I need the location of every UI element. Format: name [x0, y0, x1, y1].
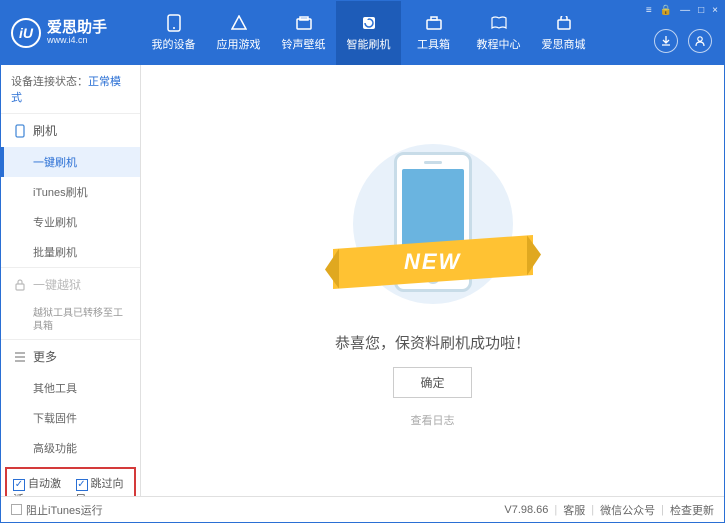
- block-itunes-label: 阻止iTunes运行: [26, 502, 103, 518]
- wechat-link[interactable]: 微信公众号: [600, 502, 655, 518]
- lock-icon[interactable]: 🔒: [660, 5, 672, 16]
- lock-icon: [13, 278, 27, 292]
- version-label: V7.98.66: [504, 504, 548, 516]
- minimize-button[interactable]: —: [680, 5, 690, 16]
- flash-icon: [360, 14, 378, 32]
- shop-icon: [555, 14, 573, 32]
- sidebar-section-jailbreak: 一键越狱: [1, 268, 140, 301]
- user-button[interactable]: [688, 29, 712, 53]
- sidebar-section-more[interactable]: 更多: [1, 340, 140, 373]
- media-icon: [295, 14, 313, 32]
- brand-logo-icon: iU: [11, 18, 41, 48]
- close-button[interactable]: ×: [712, 5, 718, 16]
- nav-label: 我的设备: [152, 36, 196, 52]
- app-icon: [230, 14, 248, 32]
- connection-status: 设备连接状态：正常模式: [1, 65, 140, 114]
- ok-button[interactable]: 确定: [393, 367, 471, 398]
- nav-shop[interactable]: 爱思商城: [531, 1, 596, 65]
- ribbon-text: NEW: [404, 249, 461, 275]
- sidebar-item-oneclick-flash[interactable]: 一键刷机: [1, 147, 140, 177]
- phone-icon: [165, 14, 183, 32]
- nav-label: 应用游戏: [217, 36, 261, 52]
- maximize-button[interactable]: □: [698, 5, 704, 16]
- sidebar-item-batch-flash[interactable]: 批量刷机: [1, 237, 140, 267]
- nav-label: 工具箱: [417, 36, 450, 52]
- settings-icon[interactable]: ≡: [646, 5, 652, 16]
- nav-toolbox[interactable]: 工具箱: [401, 1, 466, 65]
- footer: 阻止iTunes运行 V7.98.66 | 客服 | 微信公众号 | 检查更新: [1, 496, 724, 522]
- main-content: NEW 恭喜您，保资料刷机成功啦！ 确定 查看日志: [141, 65, 724, 496]
- main-nav: 我的设备 应用游戏 铃声壁纸 智能刷机 工具箱 教程中心: [141, 1, 646, 65]
- sidebar-item-download-firmware[interactable]: 下载固件: [1, 403, 140, 433]
- sidebar-item-advanced[interactable]: 高级功能: [1, 433, 140, 463]
- sidebar: 设备连接状态：正常模式 刷机 一键刷机 iTunes刷机 专业刷机 批量刷机 一…: [1, 65, 141, 496]
- service-link[interactable]: 客服: [563, 502, 585, 518]
- sidebar-section-flash[interactable]: 刷机: [1, 114, 140, 147]
- toolbox-icon: [425, 14, 443, 32]
- nav-tutorial[interactable]: 教程中心: [466, 1, 531, 65]
- jailbreak-note: 越狱工具已转移至工具箱: [1, 301, 140, 339]
- checkbox-auto-activate[interactable]: ✓自动激活: [13, 475, 66, 496]
- app-header: iU 爱思助手 www.i4.cn 我的设备 应用游戏 铃声壁纸 智能刷机: [1, 1, 724, 65]
- nav-label: 智能刷机: [347, 36, 391, 52]
- nav-my-device[interactable]: 我的设备: [141, 1, 206, 65]
- phone-icon: [13, 124, 27, 138]
- brand: iU 爱思助手 www.i4.cn: [1, 1, 141, 65]
- sidebar-item-pro-flash[interactable]: 专业刷机: [1, 207, 140, 237]
- menu-icon: [13, 350, 27, 364]
- nav-media[interactable]: 铃声壁纸: [271, 1, 336, 65]
- view-log-link[interactable]: 查看日志: [411, 412, 455, 428]
- window-controls: ≡ 🔒 — □ ×: [646, 1, 724, 16]
- download-button[interactable]: [654, 29, 678, 53]
- sidebar-item-itunes-flash[interactable]: iTunes刷机: [1, 177, 140, 207]
- checkbox-skip-guide[interactable]: ✓跳过向导: [76, 475, 129, 496]
- brand-subtitle: www.i4.cn: [47, 36, 107, 46]
- brand-title: 爱思助手: [47, 20, 107, 37]
- success-message: 恭喜您，保资料刷机成功啦！: [335, 332, 530, 353]
- nav-label: 教程中心: [477, 36, 521, 52]
- nav-apps[interactable]: 应用游戏: [206, 1, 271, 65]
- book-icon: [490, 14, 508, 32]
- nav-label: 爱思商城: [542, 36, 586, 52]
- nav-label: 铃声壁纸: [282, 36, 326, 52]
- success-illustration: NEW: [343, 134, 523, 314]
- nav-flash[interactable]: 智能刷机: [336, 1, 401, 65]
- update-link[interactable]: 检查更新: [670, 502, 714, 518]
- sidebar-item-other-tools[interactable]: 其他工具: [1, 373, 140, 403]
- options-row: ✓自动激活 ✓跳过向导: [5, 467, 136, 496]
- checkbox-block-itunes[interactable]: [11, 504, 22, 515]
